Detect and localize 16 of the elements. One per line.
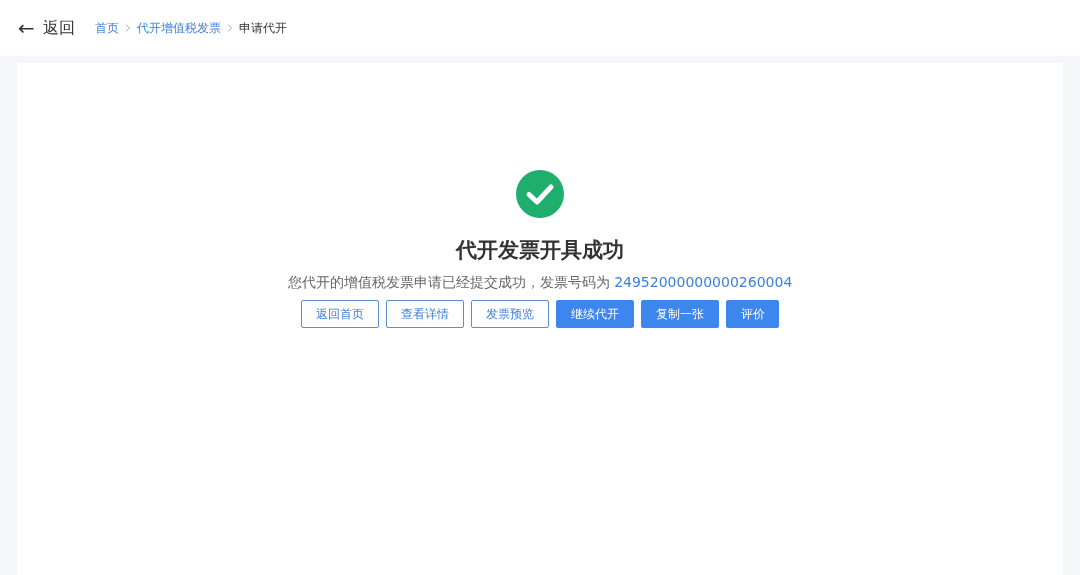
breadcrumb-link[interactable]: 代开增值税发票	[136, 19, 221, 37]
breadcrumb-link[interactable]: 首页	[94, 19, 119, 37]
success-check-icon	[516, 170, 564, 218]
action-button[interactable]: 返回首页	[301, 300, 379, 328]
action-button[interactable]: 复制一张	[641, 300, 719, 328]
action-button[interactable]: 发票预览	[471, 300, 549, 328]
chevron-icon	[226, 24, 233, 32]
action-button[interactable]: 继续代开	[556, 300, 634, 328]
back-button[interactable]: ← 返回	[18, 17, 75, 39]
breadcrumb-link[interactable]: 申请代开	[238, 19, 287, 37]
invoice-number: 24952000000000260004	[614, 274, 793, 290]
success-message: 您代开的增值税发票申请已经提交成功，发票号码为	[287, 274, 610, 290]
chevron-icon	[124, 24, 131, 32]
action-button[interactable]: 评价	[726, 300, 779, 328]
action-button[interactable]: 查看详情	[386, 300, 464, 328]
success-title: 代开发票开具成功	[456, 237, 624, 264]
